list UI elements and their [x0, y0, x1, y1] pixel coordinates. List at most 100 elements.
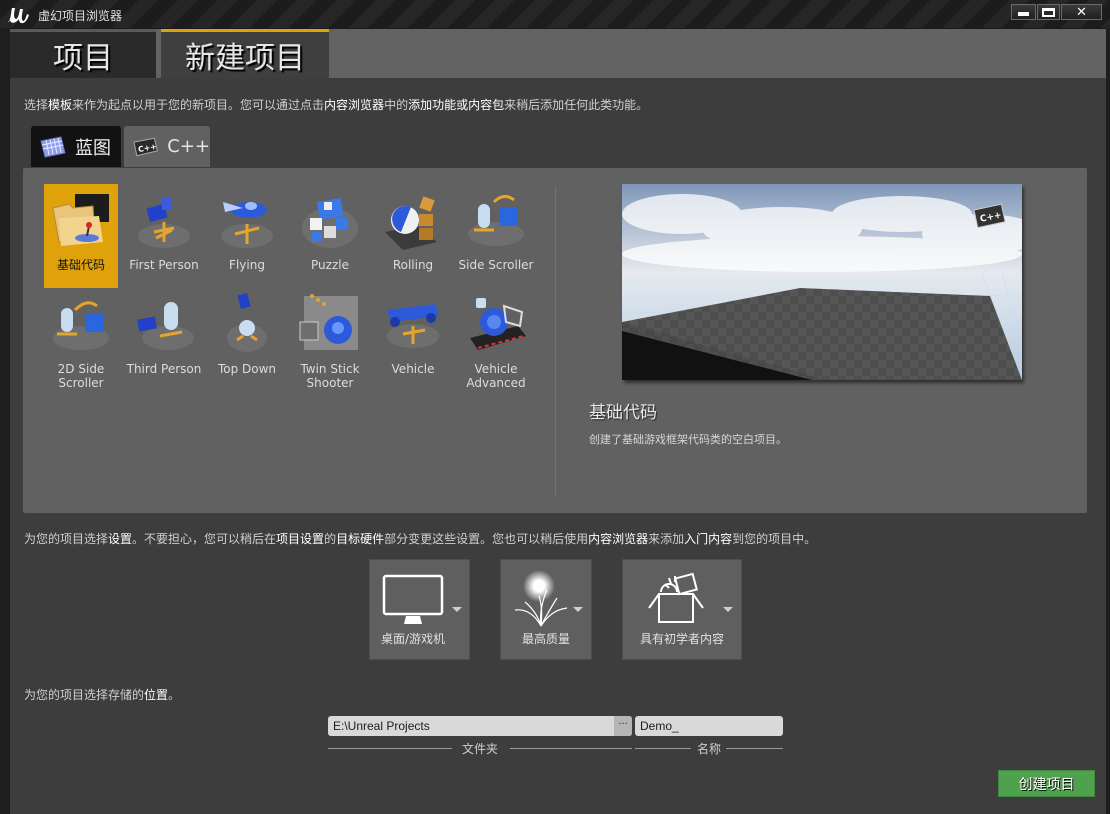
- starter-content-icon: [648, 572, 704, 623]
- browse-folder-button[interactable]: ···: [614, 716, 632, 736]
- folder-path-input[interactable]: E:\Unreal Projects: [328, 716, 632, 736]
- intro-highlight: 内容浏览器: [588, 532, 649, 546]
- folder-caption: 文件夹: [462, 742, 499, 756]
- top-down-icon: [227, 292, 267, 352]
- template-label: Vehicle Advanced: [466, 362, 526, 390]
- tab-new-project[interactable]: 新建项目: [161, 29, 329, 78]
- intro-text: 来稍后添加任何此类功能。: [504, 98, 649, 112]
- intro-text: 中的: [384, 98, 409, 112]
- blueprint-icon: [40, 135, 66, 158]
- vehicle-icon: [387, 304, 439, 348]
- intro-text: 为您的项目选择: [24, 532, 109, 546]
- template-label: 2D Side Scroller: [57, 362, 105, 390]
- window-frame-left: [0, 28, 10, 814]
- puzzle-icon: [302, 198, 358, 248]
- template-vehicle[interactable]: Vehicle: [376, 288, 450, 392]
- window-frame-right: [1106, 28, 1110, 814]
- template-label: Flying: [229, 258, 265, 272]
- first-person-icon: [138, 198, 190, 248]
- minimize-button[interactable]: [1011, 4, 1036, 20]
- twin-stick-shooter-icon: [299, 294, 358, 350]
- option-label: 具有初学者内容: [639, 632, 724, 646]
- unreal-logo-icon: [8, 8, 29, 24]
- new-project-panel: 选择模板来作为起点以用于您的新项目。您可以通过点击内容浏览器中的添加功能或内容包…: [10, 78, 1106, 814]
- intro-highlight: 设置: [108, 532, 133, 546]
- template-2d-side-scroller[interactable]: 2D Side Scroller: [44, 288, 118, 392]
- template-label: Top Down: [217, 362, 277, 376]
- preview-title: 基础代码: [589, 403, 657, 423]
- tab-cpp-label: C++: [167, 136, 210, 157]
- name-caption: 名称: [697, 742, 722, 756]
- template-label: Third Person: [126, 362, 202, 376]
- template-basic-code[interactable]: 基础代码: [44, 184, 118, 288]
- project-name-input[interactable]: Demo_: [635, 716, 783, 736]
- intro-text: 为您的项目选择存储的: [24, 688, 145, 702]
- template-puzzle[interactable]: Puzzle: [293, 184, 367, 288]
- option-label: 最高质量: [521, 632, 570, 646]
- tab-projects[interactable]: 项目: [10, 29, 156, 78]
- intro-text: 选择: [24, 98, 49, 112]
- intro-text: 部分变更这些设置。您也可以稍后使用: [384, 532, 589, 546]
- intro-highlight: 内容浏览器: [324, 98, 385, 112]
- template-flying[interactable]: Flying: [210, 184, 284, 288]
- intro-text: 来添加: [648, 532, 685, 546]
- intro-text: 的: [324, 532, 337, 546]
- preview-description: 创建了基础游戏框架代码类的空白项目。: [589, 433, 787, 446]
- template-vehicle-advanced[interactable]: Vehicle Advanced: [459, 288, 533, 392]
- template-twin-stick-shooter[interactable]: Twin Stick Shooter: [293, 288, 367, 392]
- chevron-down-icon: [723, 607, 733, 612]
- template-first-person[interactable]: First Person: [127, 184, 201, 288]
- minimize-icon: [1018, 12, 1029, 16]
- graphics-quality-dropdown[interactable]: 最高质量: [500, 559, 592, 660]
- 2d-side-scroller-icon: [53, 301, 109, 350]
- template-label: Rolling: [392, 258, 434, 272]
- intro-highlight: 入门内容: [684, 532, 733, 546]
- intro-text: 。: [168, 688, 181, 702]
- panel-divider: [555, 186, 556, 496]
- maximize-icon: [1042, 7, 1055, 17]
- third-person-icon: [137, 302, 194, 350]
- tab-cpp[interactable]: C++ C++: [124, 126, 210, 167]
- quality-icon: [514, 570, 568, 627]
- intro-text: 到您的项目中。: [732, 532, 817, 546]
- chevron-down-icon: [452, 607, 462, 612]
- template-top-down[interactable]: Top Down: [210, 288, 284, 392]
- template-third-person[interactable]: Third Person: [127, 288, 201, 392]
- window-title: 虚幻项目浏览器: [38, 9, 123, 23]
- title-bar[interactable]: 虚幻项目浏览器 ✕: [0, 0, 1110, 28]
- intro-highlight: 项目设置: [276, 532, 325, 546]
- close-button[interactable]: ✕: [1061, 4, 1102, 20]
- side-scroller-icon: [468, 195, 524, 246]
- starter-content-dropdown[interactable]: 具有初学者内容: [622, 559, 742, 660]
- template-label: Side Scroller: [458, 258, 534, 272]
- rolling-icon: [385, 196, 437, 250]
- template-side-scroller[interactable]: Side Scroller: [459, 184, 533, 288]
- intro-highlight: 目标硬件: [336, 532, 385, 546]
- template-preview-image: C++: [622, 184, 1022, 380]
- top-tab-bar: 项目 新建项目: [10, 29, 1106, 78]
- template-intro-text: 选择模板来作为起点以用于您的新项目。您可以通过点击内容浏览器中的添加功能或内容包…: [24, 96, 648, 113]
- hardware-target-dropdown[interactable]: 桌面/游戏机: [369, 559, 470, 660]
- maximize-button[interactable]: [1037, 4, 1060, 20]
- close-icon: ✕: [1076, 4, 1087, 20]
- intro-text: 。不要担心，您可以稍后在: [132, 532, 277, 546]
- cpp-icon: C++: [133, 137, 158, 156]
- monitor-icon: [382, 574, 444, 624]
- intro-highlight: 添加功能或内容包: [408, 98, 505, 112]
- option-label: 桌面/游戏机: [381, 632, 446, 646]
- template-label: First Person: [129, 258, 199, 272]
- template-label: 基础代码: [56, 258, 105, 272]
- intro-highlight: 位置: [144, 688, 169, 702]
- tab-blueprint[interactable]: 蓝图: [31, 126, 121, 167]
- settings-intro-text: 为您的项目选择设置。不要担心，您可以稍后在项目设置的目标硬件部分变更这些设置。您…: [24, 530, 816, 547]
- template-label: Twin Stick Shooter: [300, 362, 360, 390]
- tab-blueprint-label: 蓝图: [75, 137, 111, 159]
- flying-icon: [221, 202, 273, 248]
- template-panel: 基础代码 First Person Flying Puzzle Rolling …: [23, 168, 1087, 513]
- create-project-button[interactable]: 创建项目: [998, 770, 1095, 797]
- template-rolling[interactable]: Rolling: [376, 184, 450, 288]
- template-label: Puzzle: [311, 258, 349, 272]
- chevron-down-icon: [573, 607, 583, 612]
- template-label: Vehicle: [391, 362, 435, 376]
- intro-highlight: 模板: [48, 98, 73, 112]
